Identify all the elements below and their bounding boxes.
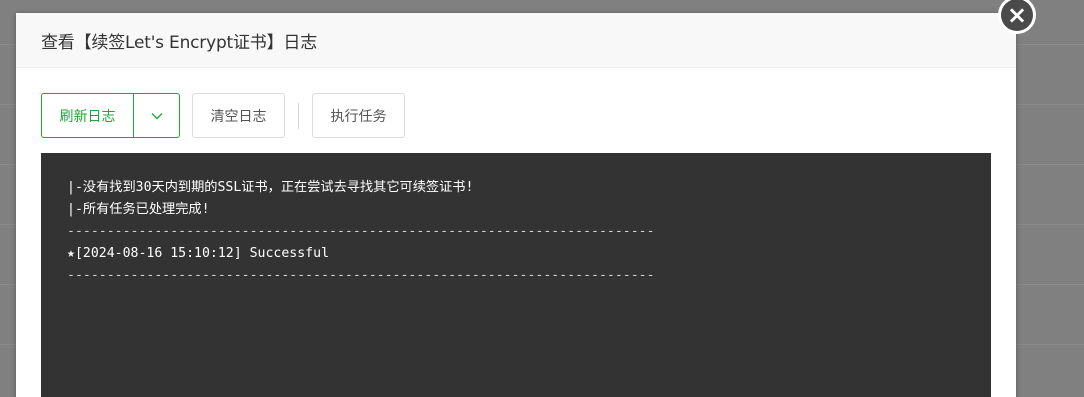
log-separator: ----------------------------------------… (67, 224, 655, 239)
chevron-down-icon (151, 107, 163, 125)
log-dialog: 查看【续签Let's Encrypt证书】日志 刷新日志 清空日志 执行任务 |… (16, 13, 1016, 397)
log-separator: ----------------------------------------… (67, 268, 655, 283)
close-icon: × (1001, 0, 1033, 31)
refresh-log-button[interactable]: 刷新日志 (42, 94, 134, 137)
log-output[interactable]: |-没有找到30天内到期的SSL证书，正在尝试去寻找其它可续签证书! |-所有任… (41, 153, 991, 397)
log-toolbar: 刷新日志 清空日志 执行任务 (41, 93, 405, 138)
clear-log-button[interactable]: 清空日志 (192, 93, 285, 138)
dialog-header: 查看【续签Let's Encrypt证书】日志 (16, 13, 1016, 68)
log-line: |-所有任务已处理完成! (67, 202, 210, 217)
run-task-button[interactable]: 执行任务 (312, 93, 405, 138)
log-line: |-没有找到30天内到期的SSL证书，正在尝试去寻找其它可续签证书! (67, 180, 474, 195)
refresh-dropdown-toggle[interactable] (134, 94, 179, 137)
refresh-split-button: 刷新日志 (41, 93, 180, 138)
dialog-title: 查看【续签Let's Encrypt证书】日志 (41, 32, 317, 53)
toolbar-divider (298, 102, 299, 129)
log-line: ★[2024-08-16 15:10:12] Successful (67, 246, 330, 261)
